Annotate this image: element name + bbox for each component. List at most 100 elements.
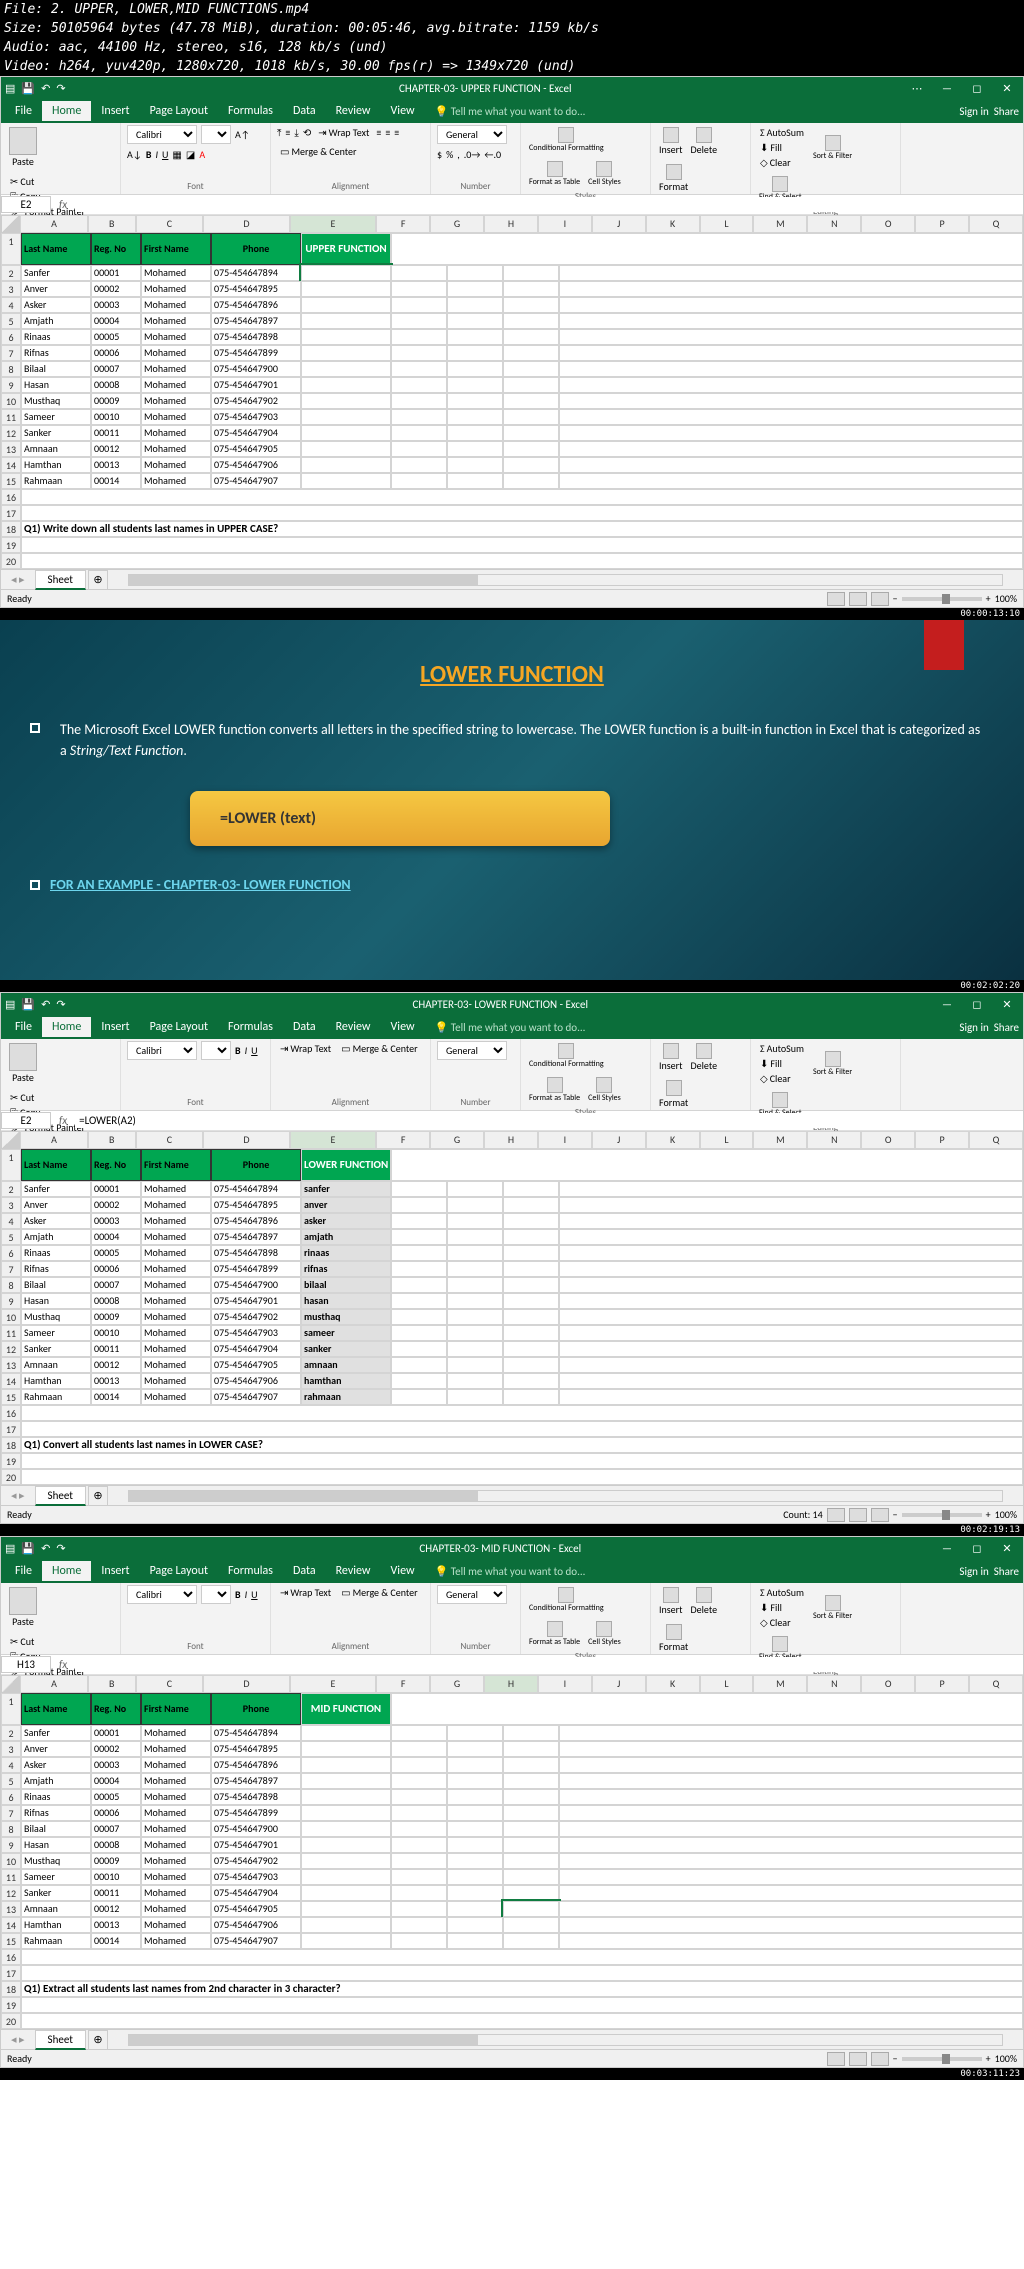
cell-regno[interactable]: 00012 — [91, 441, 141, 457]
col-header[interactable]: A — [20, 1131, 87, 1149]
cell[interactable] — [447, 473, 503, 489]
cell-regno[interactable]: 00012 — [91, 1901, 141, 1917]
cell-phone[interactable]: 075-454647896 — [211, 297, 301, 313]
cell[interactable] — [21, 553, 1023, 569]
cell[interactable] — [391, 1773, 447, 1789]
delete-cells-button[interactable]: Delete — [689, 1585, 720, 1618]
col-header-d[interactable]: D — [203, 215, 290, 233]
cell[interactable] — [447, 361, 503, 377]
cell-regno[interactable]: 00014 — [91, 1389, 141, 1405]
cell[interactable] — [447, 1853, 503, 1869]
col-header[interactable]: L — [700, 215, 754, 233]
sign-in-link[interactable]: Sign in — [959, 105, 988, 118]
currency-icon[interactable]: $ — [437, 148, 442, 161]
cell-result[interactable] — [301, 1821, 391, 1837]
cell-firstname[interactable]: Mohamed — [141, 1229, 211, 1245]
cell-lastname[interactable]: Sameer — [21, 1869, 91, 1885]
cell-firstname[interactable]: Mohamed — [141, 1373, 211, 1389]
tab-view[interactable]: View — [381, 101, 425, 121]
cell[interactable] — [503, 1837, 559, 1853]
cell-lastname[interactable]: Rahmaan — [21, 473, 91, 489]
cell-phone[interactable]: 075-454647906 — [211, 1917, 301, 1933]
cell-firstname[interactable]: Mohamed — [141, 409, 211, 425]
cell[interactable] — [391, 1853, 447, 1869]
example-link[interactable]: FOR AN EXAMPLE - CHAPTER-03- LOWER FUNCT… — [50, 876, 351, 893]
col-header[interactable]: L — [700, 1131, 754, 1149]
zoom-slider[interactable] — [902, 597, 982, 601]
tell-me-input[interactable]: 💡 Tell me what you want to do... — [435, 1565, 586, 1578]
cell-firstname[interactable]: Mohamed — [141, 1773, 211, 1789]
cell-lastname[interactable]: Hamthan — [21, 457, 91, 473]
col-header[interactable]: P — [915, 1675, 969, 1693]
cell-phone[interactable]: 075-454647903 — [211, 1325, 301, 1341]
cell[interactable] — [447, 1229, 503, 1245]
cell[interactable] — [391, 1693, 1023, 1725]
cell-result[interactable]: rahmaan — [301, 1389, 391, 1405]
cell-result[interactable] — [301, 1757, 391, 1773]
cell[interactable] — [391, 281, 447, 297]
zoom-out-icon[interactable]: − — [893, 592, 898, 605]
col-header[interactable]: G — [430, 1131, 484, 1149]
cell-lastname[interactable]: Anver — [21, 1741, 91, 1757]
orientation-icon[interactable]: ⟲ — [303, 126, 311, 139]
row-header[interactable]: 9 — [1, 377, 21, 393]
row-header[interactable]: 8 — [1, 361, 21, 377]
cell[interactable] — [559, 409, 1023, 425]
cell-result[interactable]: amnaan — [301, 1357, 391, 1373]
col-header[interactable]: I — [538, 1675, 592, 1693]
cell[interactable] — [391, 441, 447, 457]
cell-firstname[interactable]: Mohamed — [141, 1805, 211, 1821]
row-header[interactable]: 4 — [1, 1757, 21, 1773]
cell-lastname[interactable]: Asker — [21, 1757, 91, 1773]
bold-button[interactable]: B — [146, 148, 152, 161]
cell-phone[interactable]: 075-454647902 — [211, 1853, 301, 1869]
cell-firstname[interactable]: Mohamed — [141, 425, 211, 441]
cell-lastname[interactable]: Musthaq — [21, 1309, 91, 1325]
cell-phone[interactable]: 075-454647905 — [211, 441, 301, 457]
cell-regno[interactable]: 00004 — [91, 1773, 141, 1789]
format-cells-button[interactable]: Format — [657, 1622, 690, 1655]
col-header[interactable]: H — [484, 215, 538, 233]
format-cells-button[interactable]: Format — [657, 162, 690, 195]
cell-regno[interactable]: 00002 — [91, 1741, 141, 1757]
row-header[interactable]: 16 — [1, 1405, 21, 1421]
cell-phone[interactable]: 075-454647894 — [211, 1181, 301, 1197]
formula-bar[interactable] — [75, 197, 1023, 212]
cell-phone[interactable]: 075-454647903 — [211, 409, 301, 425]
cell[interactable] — [21, 1965, 1023, 1981]
cell-regno[interactable]: 00007 — [91, 1277, 141, 1293]
wrap-text-button[interactable]: ⇥ Wrap Text — [277, 1585, 334, 1600]
cell[interactable] — [447, 1885, 503, 1901]
cell-phone[interactable]: 075-454647906 — [211, 1373, 301, 1389]
redo-icon[interactable]: ↷ — [56, 82, 65, 95]
col-header[interactable]: O — [861, 1675, 915, 1693]
col-header[interactable]: L — [700, 1675, 754, 1693]
italic-button[interactable]: I — [245, 1588, 248, 1601]
align-middle-icon[interactable]: ≡ — [285, 126, 290, 139]
cell[interactable] — [447, 1261, 503, 1277]
cell[interactable] — [21, 1469, 1023, 1485]
cell[interactable] — [447, 265, 503, 281]
cell[interactable] — [559, 1725, 1023, 1741]
page-layout-view-icon[interactable] — [849, 592, 867, 606]
cell-firstname[interactable]: Mohamed — [141, 1309, 211, 1325]
cell-phone[interactable]: 075-454647894 — [211, 1725, 301, 1741]
cell-firstname[interactable]: Mohamed — [141, 1357, 211, 1373]
cell[interactable] — [559, 1869, 1023, 1885]
cell-regno[interactable]: 00007 — [91, 361, 141, 377]
normal-view-icon[interactable] — [827, 2052, 845, 2066]
cell[interactable] — [447, 1741, 503, 1757]
cell[interactable] — [447, 329, 503, 345]
cell-phone[interactable]: 075-454647897 — [211, 1229, 301, 1245]
align-left-icon[interactable]: ≡ — [376, 126, 381, 139]
align-right-icon[interactable]: ≡ — [394, 126, 399, 139]
header-phone[interactable]: Phone — [211, 1149, 301, 1181]
col-header[interactable]: I — [538, 1131, 592, 1149]
zoom-out-icon[interactable]: − — [893, 2052, 898, 2065]
col-header[interactable]: G — [430, 1675, 484, 1693]
italic-button[interactable]: I — [155, 148, 158, 161]
row-header[interactable]: 7 — [1, 1261, 21, 1277]
cell-lastname[interactable]: Asker — [21, 297, 91, 313]
tab-review[interactable]: Review — [326, 101, 381, 121]
cell-phone[interactable]: 075-454647894 — [211, 265, 301, 281]
